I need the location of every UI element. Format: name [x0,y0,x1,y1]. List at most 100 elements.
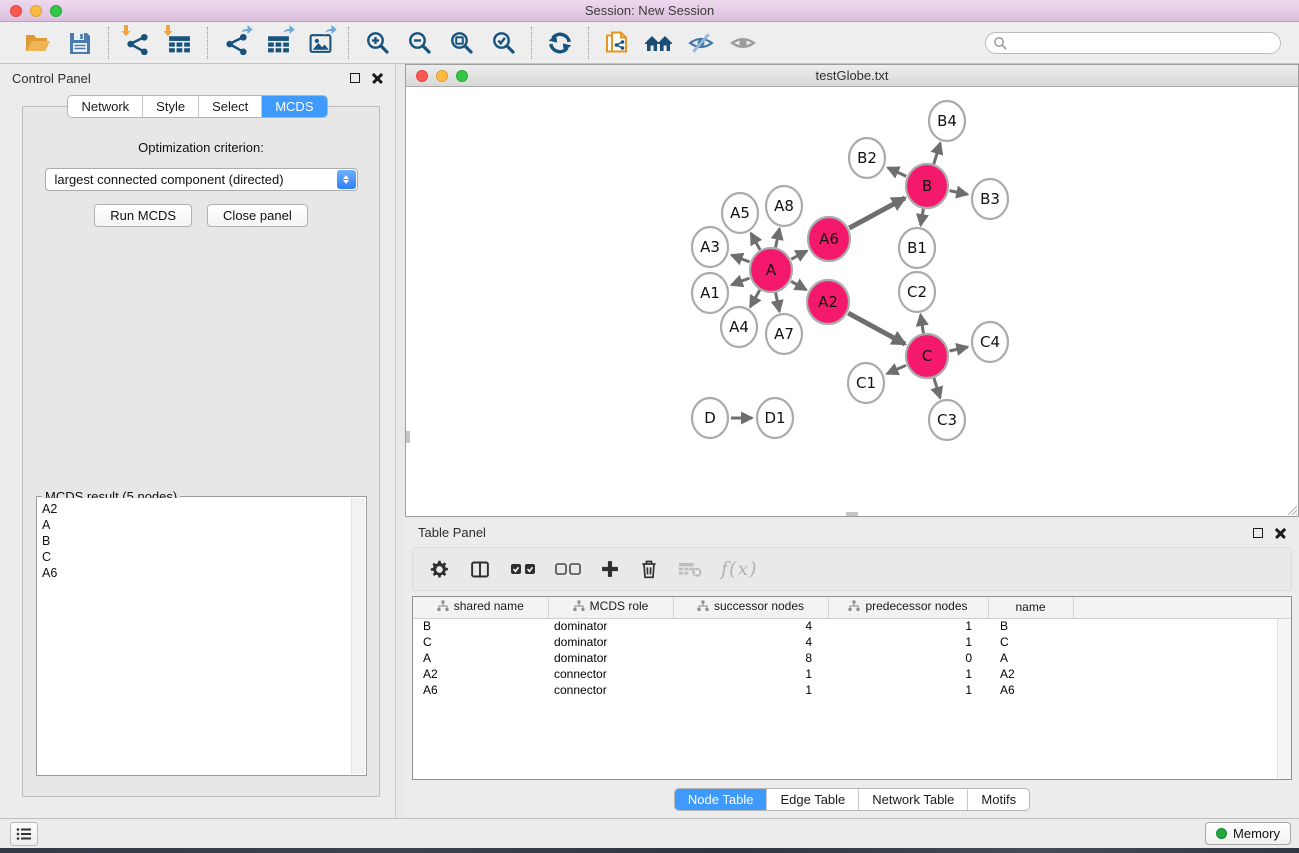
graph-edge-A-A2[interactable] [791,281,806,290]
graph-edge-A-A7[interactable] [776,293,780,312]
zoom-in-button[interactable] [359,26,395,60]
graph-node-B3[interactable]: B3 [972,179,1008,219]
list-item[interactable]: A [42,517,351,533]
function-builder-button[interactable]: f(x) [721,558,758,580]
export-table-button[interactable] [260,26,296,60]
graph-edge-C-C1[interactable] [887,365,906,373]
close-panel-button[interactable]: Close panel [207,204,308,227]
column-browser-button[interactable] [469,559,491,580]
col-header-predecessor-nodes[interactable]: predecessor nodes [828,597,988,618]
col-header-successor-nodes[interactable]: successor nodes [673,597,828,618]
graph-edge-A-A8[interactable] [776,229,780,248]
memory-button[interactable]: Memory [1205,822,1291,845]
graph-edge-A-A1[interactable] [732,278,750,285]
graph-node-A5[interactable]: A5 [722,193,758,233]
criterion-select[interactable]: largest connected component (directed) [45,168,358,191]
search-field[interactable] [985,32,1281,54]
select-all-button[interactable] [510,563,536,575]
home-button[interactable] [641,26,677,60]
export-network-button[interactable] [218,26,254,60]
graph-edge-A6-B[interactable] [849,198,905,228]
graph-node-C4[interactable]: C4 [972,322,1008,362]
graph-node-A7[interactable]: A7 [766,314,802,354]
table-row[interactable]: Cdominator 41 C [413,634,1291,650]
graph-node-C1[interactable]: C1 [848,363,884,403]
float-panel-icon[interactable] [350,73,360,83]
graph-edge-B-B3[interactable] [950,191,968,195]
open-session-button[interactable] [20,26,56,60]
delete-table-button[interactable] [678,561,702,578]
col-header-mcds-role[interactable]: MCDS role [548,597,673,618]
graph-node-A1[interactable]: A1 [692,273,728,313]
deselect-all-button[interactable] [555,563,581,575]
table-row[interactable]: Bdominator 41 B [413,618,1291,634]
graph-node-B2[interactable]: B2 [849,138,885,178]
graph-edge-B-B4[interactable] [934,143,940,164]
table-settings-button[interactable] [429,559,450,580]
tab-node-table[interactable]: Node Table [675,789,768,810]
graph-node-B[interactable]: B [906,164,948,208]
hide-selected-button[interactable] [683,26,719,60]
close-panel-icon[interactable] [1275,527,1286,538]
result-scrollbar[interactable] [351,498,365,774]
graph-edge-C-C3[interactable] [934,378,940,398]
table-scrollbar[interactable] [1277,619,1291,779]
export-image-button[interactable] [302,26,338,60]
run-mcds-button[interactable]: Run MCDS [94,204,192,227]
graph-node-C3[interactable]: C3 [929,400,965,440]
col-header-shared-name[interactable]: shared name [413,597,548,618]
network-canvas[interactable]: B4B2BB3A8A5A6B1A3AC2A1A2A4A7C4CC1C3DD1 [406,87,1298,516]
graph-node-A2[interactable]: A2 [807,280,849,324]
zoom-fit-button[interactable] [443,26,479,60]
canvas-hscroll-thumb[interactable] [846,512,858,516]
task-history-button[interactable] [10,822,38,846]
list-item[interactable]: C [42,549,351,565]
close-panel-icon[interactable] [372,73,383,84]
list-item[interactable]: A6 [42,565,351,581]
graph-node-D1[interactable]: D1 [757,398,793,438]
resize-grip-icon[interactable] [1286,504,1297,515]
tab-motifs[interactable]: Motifs [968,789,1029,810]
tab-mcds[interactable]: MCDS [262,96,326,117]
graph-edge-A-A4[interactable] [750,290,759,307]
add-column-button[interactable] [600,559,620,579]
graph-node-A4[interactable]: A4 [721,307,757,347]
table-row[interactable]: A2connector 11 A2 [413,666,1291,682]
graph-edge-C-C2[interactable] [921,315,924,334]
table-row[interactable]: A6connector 11 A6 [413,682,1291,698]
graph-edge-A2-C[interactable] [848,313,905,344]
graph-edge-B-B2[interactable] [888,168,906,177]
tab-select[interactable]: Select [199,96,262,117]
import-network-button[interactable] [119,26,155,60]
tab-edge-table[interactable]: Edge Table [767,789,859,810]
graph-node-D[interactable]: D [692,398,728,438]
col-header-name[interactable]: name [988,597,1073,618]
list-item[interactable]: A2 [42,501,351,517]
graph-node-A3[interactable]: A3 [692,227,728,267]
graph-edge-A-A6[interactable] [791,251,807,259]
graph-edge-A-A5[interactable] [751,233,760,250]
graph-node-A[interactable]: A [750,248,792,292]
graph-edge-B-B1[interactable] [921,209,924,226]
save-session-button[interactable] [62,26,98,60]
tab-network-table[interactable]: Network Table [859,789,968,810]
graph-edge-C-C4[interactable] [949,347,967,351]
tab-network[interactable]: Network [68,96,143,117]
graph-edge-A-A3[interactable] [732,255,750,262]
canvas-vscroll-thumb[interactable] [406,431,410,443]
refresh-layout-button[interactable] [542,26,578,60]
graph-node-A6[interactable]: A6 [808,217,850,261]
graph-node-B4[interactable]: B4 [929,101,965,141]
graph-node-B1[interactable]: B1 [899,228,935,268]
graph-node-C[interactable]: C [906,334,948,378]
zoom-out-button[interactable] [401,26,437,60]
table-row[interactable]: Adominator 80 A [413,650,1291,666]
float-panel-icon[interactable] [1253,528,1263,538]
graph-node-C2[interactable]: C2 [899,272,935,312]
tab-style[interactable]: Style [143,96,199,117]
zoom-selected-button[interactable] [485,26,521,60]
mcds-result-list[interactable]: A2 A B C A6 [38,498,351,774]
list-item[interactable]: B [42,533,351,549]
show-all-button[interactable] [725,26,761,60]
search-input[interactable] [1007,34,1280,52]
